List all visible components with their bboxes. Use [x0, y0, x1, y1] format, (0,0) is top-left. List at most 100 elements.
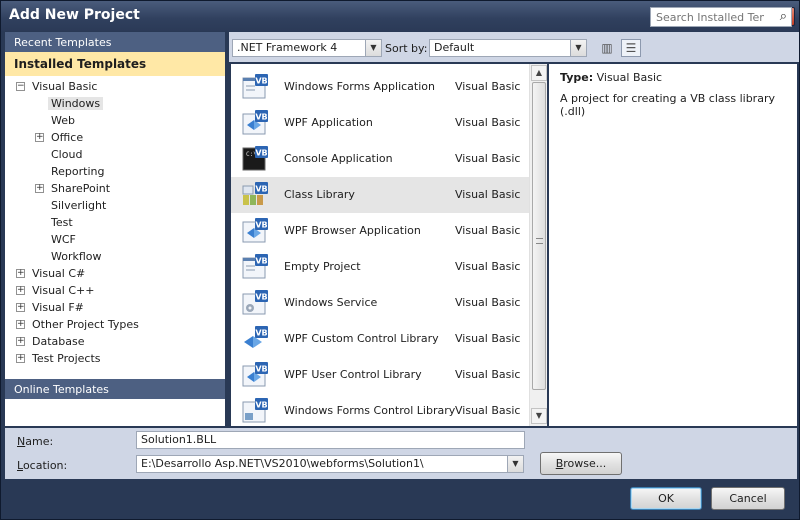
- collapse-icon[interactable]: −: [16, 82, 25, 91]
- template-name: Windows Forms Application: [284, 80, 435, 93]
- tree-item[interactable]: + Other Project Types: [16, 316, 139, 333]
- expand-icon[interactable]: +: [16, 354, 25, 363]
- template-language: Visual Basic: [455, 368, 521, 381]
- online-templates-header[interactable]: Online Templates: [5, 379, 225, 399]
- expand-icon[interactable]: +: [16, 269, 25, 278]
- installed-templates-header[interactable]: Installed Templates: [5, 52, 225, 76]
- browse-button[interactable]: Browse...: [540, 452, 622, 475]
- location-value: E:\Desarrollo Asp.NET\VS2010\webforms\So…: [141, 457, 424, 470]
- template-name: Windows Service: [284, 296, 378, 309]
- svg-text:VB: VB: [255, 293, 267, 302]
- expand-icon[interactable]: +: [16, 320, 25, 329]
- svg-text:VB: VB: [255, 113, 267, 122]
- template-name: WPF Application: [284, 116, 373, 129]
- scroll-up-icon[interactable]: ▲: [531, 65, 547, 81]
- tree-item[interactable]: Web: [51, 112, 75, 129]
- sort-select[interactable]: Default ▼: [429, 39, 587, 57]
- medium-icons-view-button[interactable]: ▥: [597, 39, 617, 57]
- windows-service-icon: VB: [241, 289, 269, 317]
- dialog-title: Add New Project: [9, 7, 140, 23]
- tree-item[interactable]: + SharePoint: [35, 180, 111, 197]
- template-item[interactable]: VB Class Library Visual Basic: [231, 177, 529, 213]
- template-item[interactable]: VB Windows Service Visual Basic: [231, 285, 529, 321]
- tree-item-label: Visual C#: [32, 267, 86, 280]
- tree-item[interactable]: + Visual C#: [16, 265, 86, 282]
- template-item[interactable]: VB WPF Custom Control Library Visual Basic: [231, 321, 529, 357]
- search-icon[interactable]: ⌕: [780, 9, 787, 24]
- tree-item[interactable]: + Office: [35, 129, 83, 146]
- expand-icon[interactable]: +: [16, 337, 25, 346]
- tree-item-label: Cloud: [51, 148, 83, 161]
- template-item[interactable]: VB WPF Browser Application Visual Basic: [231, 213, 529, 249]
- tree-item[interactable]: + Test Projects: [16, 350, 101, 367]
- recent-templates-header[interactable]: Recent Templates: [5, 32, 225, 52]
- svg-text:VB: VB: [255, 401, 267, 410]
- name-input[interactable]: Solution1.BLL: [136, 431, 525, 449]
- template-item[interactable]: VB Windows Forms Control Library Visual Ba…: [231, 393, 529, 426]
- template-item[interactable]: VB Windows Forms Application Visual Basic: [231, 69, 529, 105]
- framework-select[interactable]: .NET Framework 4 ▼: [232, 39, 382, 57]
- list-view-icon: ☰: [625, 41, 637, 55]
- tree-item-label: Visual C++: [32, 284, 95, 297]
- tree-item[interactable]: Windows: [48, 95, 104, 112]
- template-language: Visual Basic: [455, 260, 521, 273]
- template-language: Visual Basic: [455, 188, 521, 201]
- tree-item[interactable]: + Visual C++: [16, 282, 95, 299]
- tree-item[interactable]: + Visual F#: [16, 299, 84, 316]
- name-label: Name:: [17, 435, 54, 448]
- template-language: Visual Basic: [455, 296, 521, 309]
- template-language: Visual Basic: [455, 152, 521, 165]
- search-box[interactable]: ⌕: [650, 7, 792, 27]
- tree-item[interactable]: Workflow: [51, 248, 102, 265]
- list-view-button[interactable]: ☰: [621, 39, 641, 57]
- template-item[interactable]: VB WPF User Control Library Visual Basic: [231, 357, 529, 393]
- cancel-button[interactable]: Cancel: [711, 487, 785, 510]
- tree-item-label: SharePoint: [51, 182, 111, 195]
- class-library-icon: VB: [241, 181, 269, 209]
- template-language: Visual Basic: [455, 80, 521, 93]
- location-combo[interactable]: E:\Desarrollo Asp.NET\VS2010\webforms\So…: [136, 455, 524, 473]
- chevron-down-icon[interactable]: ▼: [507, 456, 523, 472]
- svg-text:VB: VB: [255, 77, 267, 86]
- template-name: Class Library: [284, 188, 355, 201]
- templates-scrollbar[interactable]: ▲ ▼: [529, 64, 547, 426]
- ok-button[interactable]: OK: [630, 487, 702, 510]
- scrollbar-thumb[interactable]: [532, 82, 546, 390]
- template-language: Visual Basic: [455, 404, 521, 417]
- tree-item-label: Visual Basic: [32, 80, 98, 93]
- tree-item[interactable]: Cloud: [51, 146, 82, 163]
- template-item[interactable]: VB Empty Project Visual Basic: [231, 249, 529, 285]
- expand-icon[interactable]: +: [35, 184, 44, 193]
- expand-icon[interactable]: +: [16, 303, 25, 312]
- svg-text:VB: VB: [255, 149, 267, 158]
- tree-item[interactable]: WCF: [51, 231, 76, 248]
- chevron-down-icon[interactable]: ▼: [570, 40, 586, 56]
- tree-item-label: WCF: [51, 233, 76, 246]
- svg-text:VB: VB: [255, 329, 267, 338]
- search-input[interactable]: [651, 8, 769, 26]
- tree-item-label: Other Project Types: [32, 318, 139, 331]
- expand-icon[interactable]: +: [35, 133, 44, 142]
- tree-item[interactable]: Silverlight: [51, 197, 106, 214]
- templates-list: VB Windows Forms Application Visual Basic V…: [231, 64, 547, 426]
- template-item[interactable]: VB WPF Application Visual Basic: [231, 105, 529, 141]
- template-name: Empty Project: [284, 260, 361, 273]
- template-name: Console Application: [284, 152, 393, 165]
- tree-item[interactable]: − Visual Basic: [16, 78, 98, 95]
- tree-item[interactable]: + Database: [16, 333, 85, 350]
- forms-control-icon: VB: [241, 397, 269, 425]
- tree-item[interactable]: Reporting: [51, 163, 104, 180]
- expand-icon[interactable]: +: [16, 286, 25, 295]
- tree-item-label: Test: [51, 216, 73, 229]
- tree-item-label: Web: [51, 114, 75, 127]
- tree-item[interactable]: Test: [51, 214, 73, 231]
- svg-text:VB: VB: [255, 257, 267, 266]
- template-item[interactable]: C:\ VB Console Application Visual Basic: [231, 141, 529, 177]
- template-name: WPF Browser Application: [284, 224, 421, 237]
- tree-item-label: Reporting: [51, 165, 105, 178]
- add-new-project-dialog: Add New Project ? ✕ Recent Templates Ins…: [0, 0, 800, 520]
- chevron-down-icon[interactable]: ▼: [365, 40, 381, 56]
- tree-item-label: Database: [32, 335, 85, 348]
- scroll-down-icon[interactable]: ▼: [531, 408, 547, 424]
- tree-item-label: Silverlight: [51, 199, 107, 212]
